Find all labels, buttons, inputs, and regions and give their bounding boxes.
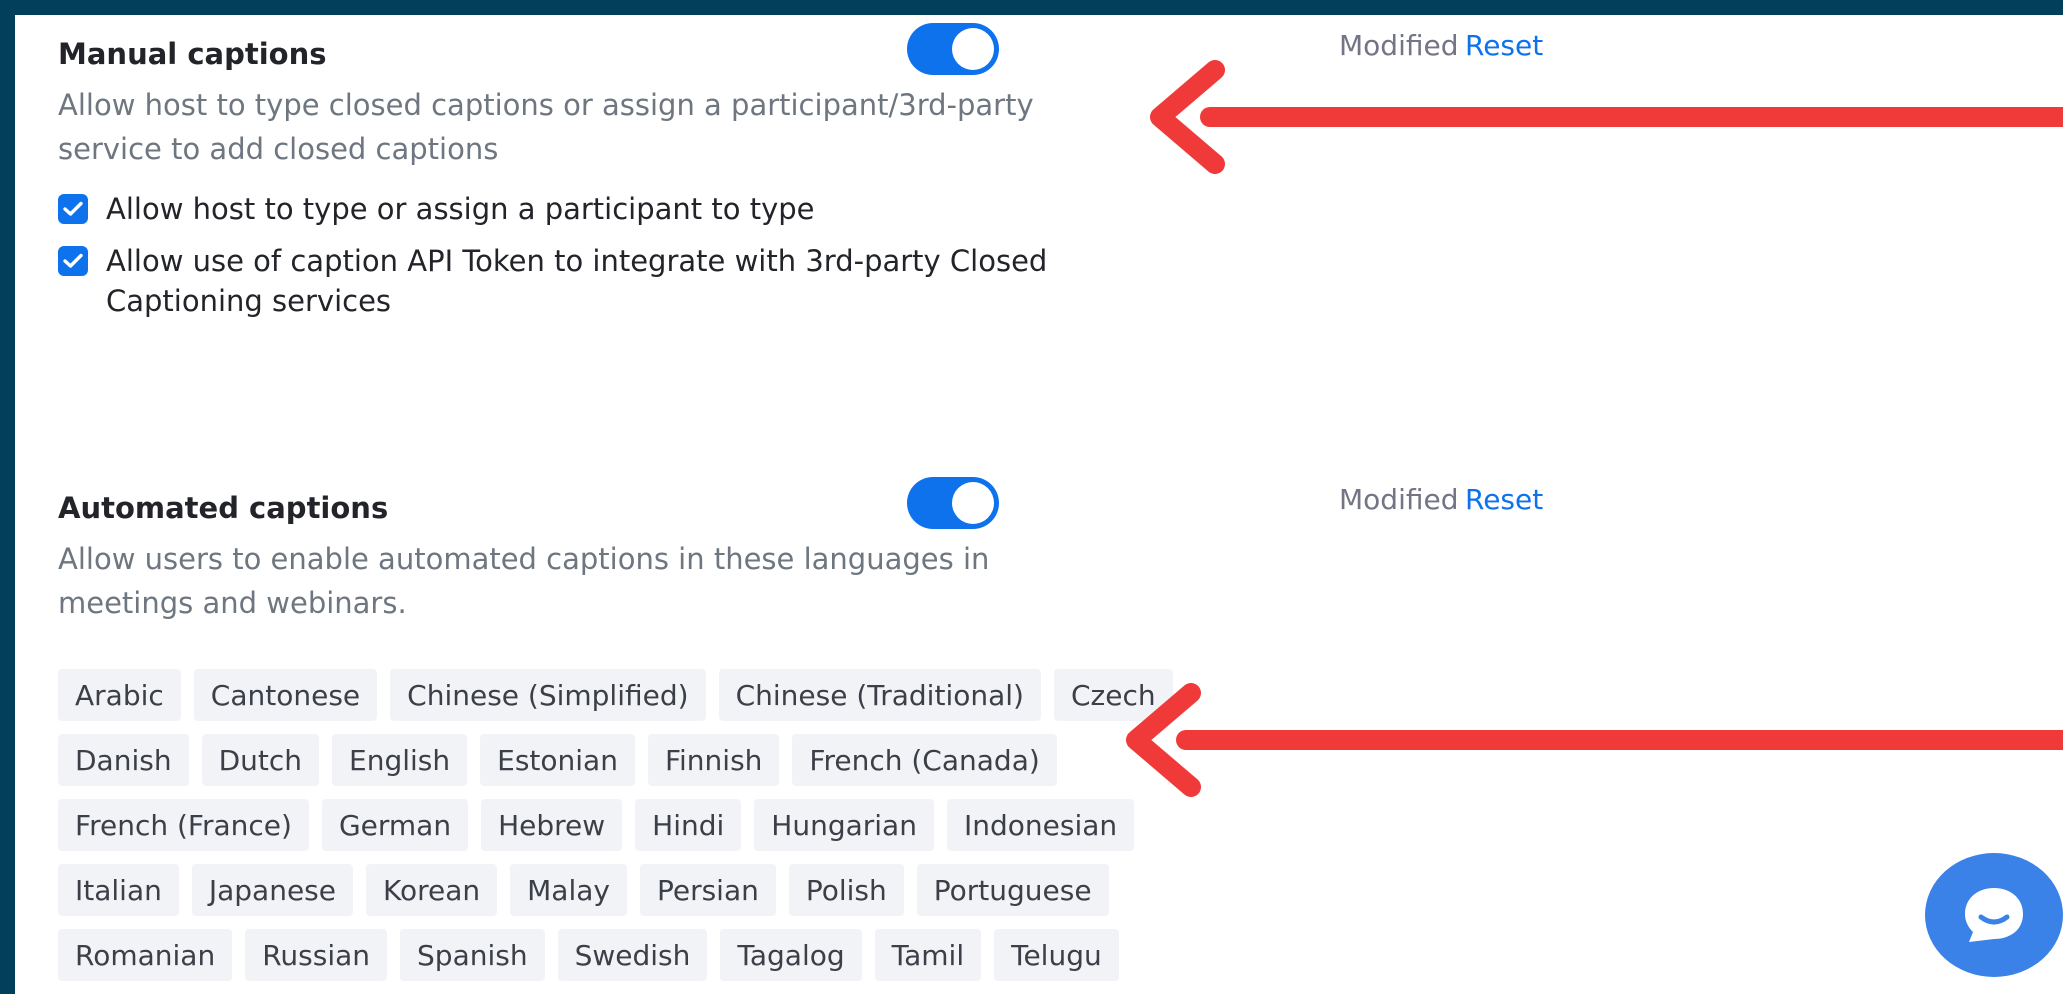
language-chip: Telugu (994, 929, 1119, 981)
language-chip: French (Canada) (792, 734, 1057, 786)
language-chip: English (332, 734, 468, 786)
automated-captions-toggle[interactable] (907, 477, 999, 529)
toggle-knob (952, 482, 994, 524)
language-chip: Swedish (557, 929, 708, 981)
language-chip: Italian (58, 864, 179, 916)
check-icon[interactable] (58, 246, 88, 276)
language-chip: Polish (788, 864, 904, 916)
language-chip: Dutch (201, 734, 320, 786)
manual-captions-section: Manual captions Allow host to type close… (58, 37, 1108, 321)
language-chip: French (France) (58, 799, 309, 851)
language-chip: Persian (639, 864, 776, 916)
language-chip: Estonian (480, 734, 635, 786)
automated-captions-status: Modified (1339, 483, 1459, 516)
manual-captions-reset-link[interactable]: Reset (1465, 29, 1543, 62)
language-chip: Hindi (635, 799, 742, 851)
manual-captions-status: Modified (1339, 29, 1459, 62)
language-chip: Danish (58, 734, 189, 786)
language-chip: Japanese (191, 864, 353, 916)
automated-captions-reset-link[interactable]: Reset (1465, 483, 1543, 516)
language-chip: Portuguese (916, 864, 1109, 916)
language-chip: Tagalog (720, 929, 862, 981)
language-chip-row: Danish Dutch English Estonian Finnish French … (58, 734, 1138, 786)
manual-option-label: Allow host to type or assign a participa… (106, 192, 815, 226)
language-chip: Spanish (400, 929, 545, 981)
manual-option-label: Allow use of caption API Token to integr… (106, 244, 1048, 318)
language-chip: Cantonese (193, 669, 378, 721)
language-chip: Russian (245, 929, 388, 981)
language-chip-row: Italian Japanese Korean Malay Persian Polish P… (58, 864, 1138, 916)
language-chip: German (321, 799, 469, 851)
language-chip-row: Romanian Russian Spanish Swedish Tagalog Tami… (58, 929, 1138, 981)
language-chip: Chinese (Simplified) (390, 669, 706, 721)
language-chip: Hungarian (754, 799, 934, 851)
language-chip-list: Arabic Cantonese Chinese (Simplified) Chine… (58, 669, 1173, 994)
arrow-left-icon (1150, 60, 2063, 174)
language-chip: Indonesian (946, 799, 1135, 851)
manual-captions-toggle[interactable] (907, 23, 999, 75)
manual-option-row[interactable]: Allow host to type or assign a participa… (58, 189, 1108, 229)
language-chip: Malay (510, 864, 627, 916)
settings-panel: Manual captions Allow host to type close… (15, 15, 2063, 994)
language-chip: Hebrew (481, 799, 623, 851)
language-chip: Finnish (647, 734, 780, 786)
language-chip: Arabic (58, 669, 181, 721)
language-chip: Korean (366, 864, 498, 916)
manual-option-row[interactable]: Allow use of caption API Token to integr… (58, 241, 1108, 321)
language-chip: Tamil (874, 929, 982, 981)
arrow-left-icon (1126, 683, 2063, 797)
chat-button[interactable] (1925, 853, 2063, 977)
automated-captions-description: Allow users to enable automated captions… (58, 542, 990, 620)
check-icon[interactable] (58, 194, 88, 224)
language-chip-row: Arabic Cantonese Chinese (Simplified) Chine… (58, 669, 1173, 721)
language-chip: Romanian (58, 929, 233, 981)
language-chip: Chinese (Traditional) (718, 669, 1041, 721)
chat-bubble-icon (1965, 888, 2023, 942)
toggle-knob (952, 28, 994, 70)
manual-captions-description: Allow host to type closed captions or as… (58, 88, 1034, 166)
language-chip-row: French (France) German Hebrew Hindi Hungaria… (58, 799, 1138, 851)
